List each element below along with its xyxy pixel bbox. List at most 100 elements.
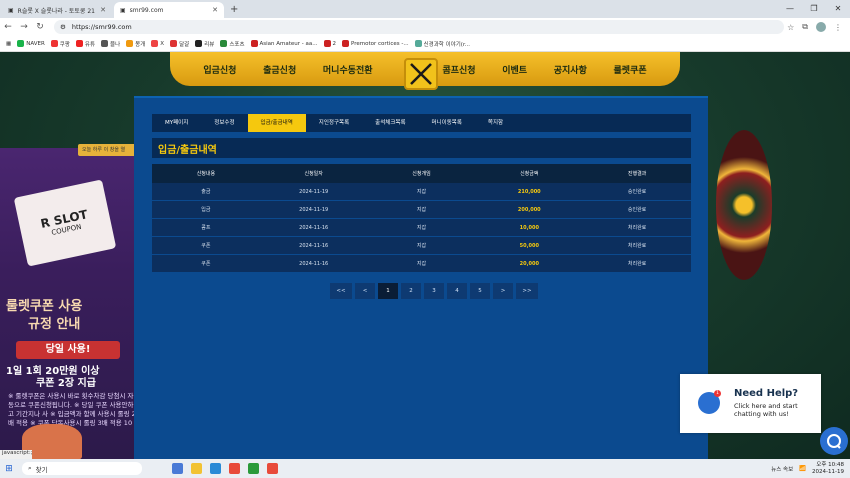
system-tray: 뉴스 속보 📶 오후 10:48 2024-11-19 <box>771 462 850 476</box>
address-bar-row: ← → ↻ ⚙ https://smr99.com ☆ ⧉ ⋮ <box>0 18 850 36</box>
menu-icon[interactable]: ⋮ <box>834 23 842 32</box>
promo-notes: ※ 룰렛쿠폰은 사용시 바로 횟수차감 당첨시 자동으로 쿠폰신청됩니다. ※ … <box>8 392 134 427</box>
page-button[interactable]: 3 <box>424 283 444 299</box>
extensions-icon[interactable]: ⧉ <box>802 22 808 32</box>
back-icon[interactable]: ← <box>0 22 16 32</box>
cell-game: 지갑 <box>416 189 427 195</box>
apps-grid-icon[interactable]: ▦ <box>6 41 11 47</box>
new-tab-icon[interactable]: + <box>224 4 244 15</box>
page-button[interactable]: 4 <box>447 283 467 299</box>
menu-item-money-transfer[interactable]: 머니수동전환 <box>323 63 373 76</box>
promo-headline: 룰렛쿠폰 사용 규정 안내 <box>6 299 83 332</box>
tab-favicon-icon: ▣ <box>8 6 14 14</box>
bookmark-item[interactable]: 2 <box>323 40 336 47</box>
bookmark-item[interactable]: 리뷰 <box>195 40 214 48</box>
cell-date: 2024-11-16 <box>299 242 329 249</box>
tab-messages[interactable]: 쪽지함 <box>475 114 516 132</box>
page-button[interactable]: 5 <box>470 283 490 299</box>
cell-amount: 200,000 <box>517 206 541 213</box>
taskview-icon[interactable] <box>172 463 183 474</box>
chrome-icon[interactable] <box>229 463 240 474</box>
pagination: << < 1 2 3 4 5 > >> <box>330 283 538 299</box>
close-popup-button[interactable] <box>404 58 438 90</box>
tab-referral-list[interactable]: 지인정구목록 <box>306 114 362 132</box>
tab-close-icon[interactable]: ✕ <box>100 6 106 14</box>
network-icon[interactable]: 📶 <box>799 466 806 472</box>
menu-item-notice[interactable]: 공지사항 <box>554 63 587 76</box>
history-table: 신청내용 신청일자 신청개임 신청금액 진행결과 출금 2024-11-19 지… <box>152 164 691 273</box>
edge-icon[interactable] <box>210 463 221 474</box>
tab-close-icon[interactable]: ✕ <box>212 6 218 14</box>
cell-type: 입금 <box>201 207 211 213</box>
table-row: 콤프 2024-11-16 지갑 10,000 처리완료 <box>152 219 691 237</box>
taskbar-search-input[interactable]: ⌕ 찾기 <box>22 462 142 475</box>
page-prev-button[interactable]: < <box>355 283 375 299</box>
chat-launcher-button[interactable] <box>820 427 848 455</box>
menu-item-comp[interactable]: 콤프신청 <box>442 63 475 76</box>
column-header: 신청개임 <box>412 171 431 177</box>
profile-avatar[interactable] <box>816 22 826 32</box>
table-row: 출금 2024-11-19 지갑 210,000 승인완료 <box>152 183 691 201</box>
window-controls: — ❐ ✕ <box>778 0 850 18</box>
bookmark-item[interactable]: Premotor cortices -... <box>342 40 409 47</box>
close-window-icon[interactable]: ✕ <box>826 0 850 18</box>
tab-mypage[interactable]: MY페이지 <box>152 114 201 132</box>
cell-game: 지갑 <box>416 225 427 231</box>
browser-tab[interactable]: ▣ R슬롯 X 슬롯나라 - 토토쿵 21 ✕ <box>2 2 112 18</box>
chat-icon <box>827 434 841 449</box>
page-last-button[interactable]: >> <box>516 283 538 299</box>
bookmark-item[interactable]: 스포츠 <box>220 40 245 48</box>
bookmark-item[interactable]: 달걀 <box>170 40 189 48</box>
page-button[interactable]: 2 <box>401 283 421 299</box>
promo-subline: 1일 1회 20만원 이상 쿠폰 2장 지급 <box>6 366 100 389</box>
chrome-active-icon[interactable] <box>267 463 278 474</box>
taskbar: ⊞ ⌕ 찾기 뉴스 속보 📶 오후 10:48 2024-11-19 <box>0 459 850 478</box>
bookmark-item[interactable]: 블나 <box>101 40 120 48</box>
tab-deposit-withdraw-history[interactable]: 입금/출금내역 <box>247 114 306 132</box>
bookmark-item[interactable]: 유튜 <box>75 40 95 48</box>
cell-date: 2024-11-19 <box>299 188 329 195</box>
app-icon[interactable] <box>248 463 259 474</box>
clock[interactable]: 오후 10:48 2024-11-19 <box>812 462 844 476</box>
table-row: 쿠폰 2024-11-16 지갑 50,000 처리완료 <box>152 237 691 255</box>
menu-item-deposit[interactable]: 입금신청 <box>203 63 236 76</box>
site-info-icon[interactable]: ⚙ <box>60 23 66 31</box>
promo-badge: 당일 사용! <box>16 341 120 359</box>
bookmark-item[interactable]: 신경과학 이야기(r... <box>414 40 470 48</box>
bookmark-item[interactable]: 쿠팡 <box>50 40 70 48</box>
page-next-button[interactable]: > <box>493 283 513 299</box>
column-header: 신청내용 <box>196 171 216 177</box>
bookmarks-bar: ▦ NAVER 쿠팡 유튜 블나 몽개 X 달걀 리뷰 스포츠 Asian Am… <box>0 36 850 52</box>
hide-today-button[interactable]: 오늘 하루 이 창을 열 <box>78 144 136 156</box>
reload-icon[interactable]: ↻ <box>32 22 48 32</box>
minimize-icon[interactable]: — <box>778 0 802 18</box>
browser-tab-active[interactable]: ▣ smr99.com ✕ <box>114 2 224 18</box>
cell-date: 2024-11-16 <box>299 260 329 267</box>
bookmark-item[interactable]: Asian Amateur - aa... <box>250 40 318 47</box>
maximize-icon[interactable]: ❐ <box>802 0 826 18</box>
url-input[interactable]: ⚙ https://smr99.com <box>54 20 784 34</box>
menu-item-event[interactable]: 이벤트 <box>502 63 527 76</box>
page-first-button[interactable]: << <box>330 283 352 299</box>
page-button-current[interactable]: 1 <box>378 283 398 299</box>
menu-item-roulette-coupon[interactable]: 룰렛쿠폰 <box>614 63 647 76</box>
bookmark-star-icon[interactable]: ☆ <box>787 23 794 32</box>
news-widget[interactable]: 뉴스 속보 <box>771 465 793 473</box>
column-header: 진행결과 <box>627 171 647 177</box>
tab-attendance-list[interactable]: 출석체크목록 <box>362 114 418 132</box>
forward-icon[interactable]: → <box>16 22 32 32</box>
tab-edit-info[interactable]: 정보수정 <box>201 114 247 132</box>
tab-money-transfer-list[interactable]: 머니이동목록 <box>419 114 475 132</box>
roulette-coupon-banner: R SLOT COUPON 룰렛쿠폰 사용 규정 안내 당일 사용! 1일 1회 2… <box>0 148 134 459</box>
windows-start-icon[interactable]: ⊞ <box>0 464 18 474</box>
close-icon <box>410 63 432 85</box>
bookmark-item[interactable]: NAVER <box>17 40 45 47</box>
file-explorer-icon[interactable] <box>191 463 202 474</box>
menu-item-withdraw[interactable]: 출금신청 <box>263 63 296 76</box>
cell-type: 콤프 <box>201 225 211 231</box>
bookmark-item[interactable]: 몽개 <box>126 40 145 48</box>
chat-widget[interactable]: 1 Need Help? Click here and start chatti… <box>680 374 821 433</box>
cell-result: 승인완료 <box>627 207 647 213</box>
bookmark-item[interactable]: X <box>151 40 164 47</box>
cell-result: 처리완료 <box>627 225 647 231</box>
